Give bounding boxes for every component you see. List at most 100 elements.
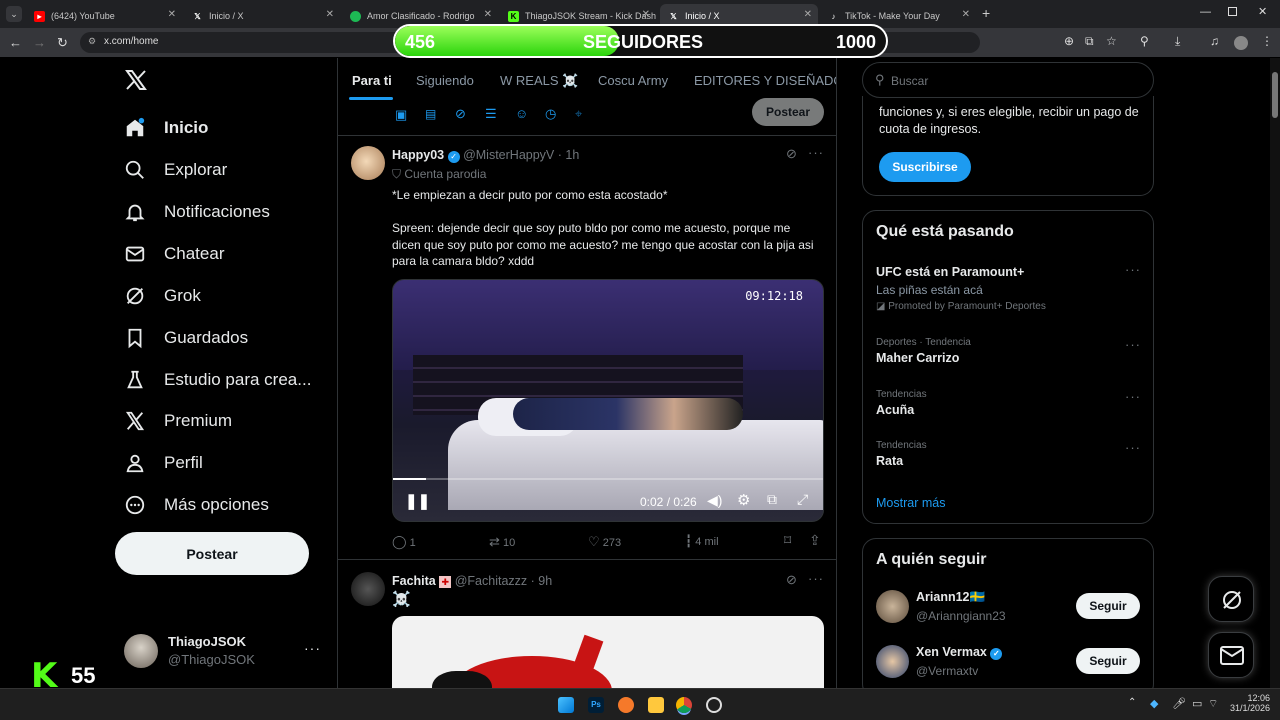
tray-chevron-icon[interactable]: ⌃ [1128,697,1136,708]
zoom-icon[interactable]: ⊕ [1064,34,1074,48]
repost-button[interactable]: ⇄ 10 [489,534,515,550]
tweet-video[interactable]: 09:12:18 ❚❚ 0:02 / 0:26 ◀) ⚙ ⧉ ⤢ [392,279,824,522]
avatar[interactable] [876,590,909,623]
messages-floating-button[interactable] [1208,632,1254,678]
windows-start-icon[interactable] [558,697,574,713]
trend-more-icon[interactable]: ··· [1125,262,1141,277]
avatar[interactable] [351,572,385,606]
browser-tab-x-1[interactable]: 𝕏 Inicio / X ✕ [184,4,340,28]
nav-item-notificaciones[interactable]: Notificaciones [124,196,270,228]
grok-floating-button[interactable] [1208,576,1254,622]
trend-more-icon[interactable]: ··· [1125,389,1141,404]
close-icon[interactable]: ✕ [168,9,176,20]
nav-item-guardados[interactable]: Guardados [124,322,248,354]
close-icon[interactable]: ✕ [326,9,334,20]
grok-icon[interactable]: ⊘ [786,146,797,162]
network-icon[interactable]: ⌔ [1208,697,1218,711]
x-home-logo[interactable] [124,68,148,97]
account-switcher[interactable]: ThiagoJSOK @ThiagoJSOK ··· [124,632,324,672]
post-button[interactable]: Postear [115,532,309,575]
close-icon[interactable]: ✕ [484,9,492,20]
scrollbar-thumb[interactable] [1272,72,1278,118]
grok-icon[interactable]: ⊘ [786,572,797,588]
tab-w-reals[interactable]: W REALS ☠️ [500,73,578,89]
tab-search-dropdown[interactable]: ⌄ [6,6,22,22]
menu-dots-icon[interactable]: ⋮ [1261,34,1273,48]
trend-item[interactable]: Tendencias Rata [876,440,1146,468]
close-icon[interactable]: ✕ [804,9,812,20]
downloads-icon[interactable]: ⤓ [1175,34,1180,49]
reply-button[interactable]: ◯ 1 [392,534,416,550]
schedule-icon[interactable]: ◷ [545,106,556,122]
trend-item[interactable]: Deportes · Tendencia Maher Carrizo [876,337,1146,365]
video-progress-track[interactable] [393,478,823,480]
tab-editores[interactable]: EDITORES Y DISEÑADOR [694,73,836,88]
follow-button[interactable]: Seguir [1076,648,1140,674]
search-box[interactable]: ⚲ Buscar [862,62,1154,98]
nav-item-estudio[interactable]: Estudio para crea... [124,364,311,396]
extensions-icon[interactable]: ⚲ [1140,34,1149,48]
location-icon[interactable]: ⌖ [575,106,582,122]
nav-item-explorar[interactable]: Explorar [124,154,227,186]
like-button[interactable]: ♡ 273 [588,534,621,550]
follow-button[interactable]: Seguir [1076,593,1140,619]
trend-more-icon[interactable]: ··· [1125,440,1141,455]
subscribe-button[interactable]: Suscribirse [879,152,971,182]
forward-button[interactable]: → [33,35,46,50]
nav-item-grok[interactable]: Grok [124,280,201,312]
nav-item-perfil[interactable]: Perfil [124,447,203,479]
tweet-author-handle[interactable]: @MisterHappyV [463,148,554,162]
minimize-button[interactable]: — [1200,6,1211,18]
tab-para-ti[interactable]: Para ti [352,73,392,88]
tweet-time[interactable]: · 9h [531,574,553,588]
emoji-icon[interactable]: ☺ [515,106,528,121]
browser-tab-youtube[interactable]: ▸ (6424) YouTube ✕ [26,4,182,28]
trend-item[interactable]: UFC está en Paramount+ Las piñas están a… [876,262,1146,312]
bookmark-star-icon[interactable]: ☆ [1106,34,1117,48]
nav-item-mas-opciones[interactable]: Más opciones [124,489,269,521]
tweet-time[interactable]: · 1h [558,148,580,162]
gif-icon[interactable]: ▤ [425,107,436,121]
chrome-icon[interactable] [676,697,692,713]
tab-coscu-army[interactable]: Coscu Army [598,73,668,88]
share-icon[interactable]: ⇪ [809,532,821,549]
nav-item-chatear[interactable]: Chatear [124,238,224,270]
close-icon[interactable]: ✕ [962,9,970,20]
tweet-image[interactable] [392,616,824,688]
fullscreen-icon[interactable]: ⤢ [797,491,808,508]
microphone-icon[interactable]: 🎤︎ [1172,697,1186,710]
new-tab-button[interactable]: + [982,5,990,21]
settings-gear-icon[interactable]: ⚙ [737,491,750,509]
grok-app-icon[interactable] [706,697,722,713]
close-icon[interactable]: ✕ [642,9,650,20]
tweet[interactable]: Happy03 ✓ @MisterHappyV · 1h ⊘ ··· ⛉ Cue… [338,136,836,560]
show-more-link[interactable]: Mostrar más [876,496,945,510]
media-icon[interactable]: ▣ [395,107,407,123]
file-explorer-icon[interactable] [648,697,664,713]
avatar[interactable] [876,645,909,678]
nav-item-premium[interactable]: Premium [124,405,232,437]
display-icon[interactable]: ▭ [1192,697,1202,710]
tweet-author-name[interactable]: Fachita [392,574,436,588]
back-button[interactable]: ← [9,35,22,50]
volume-icon[interactable]: ◀) [707,492,722,509]
blender-icon[interactable] [618,697,634,713]
pip-icon[interactable]: ⧉ [767,491,777,508]
pause-icon[interactable]: ❚❚ [405,492,430,510]
page-scrollbar[interactable] [1270,58,1280,688]
grok-icon[interactable]: ⊘ [455,106,466,122]
bookmark-icon[interactable]: ⌑ [784,532,791,549]
more-dots-icon[interactable]: ··· [808,571,824,586]
taskbar-clock[interactable]: 12:06 31/1/2026 [1226,693,1270,713]
close-window-button[interactable]: ✕ [1258,5,1267,18]
reload-button[interactable]: ↻ [57,35,68,51]
tab-siguiendo[interactable]: Siguiendo [416,73,474,88]
poll-icon[interactable]: ☰ [485,106,497,122]
maximize-button[interactable] [1228,7,1237,16]
tweet[interactable]: Fachita ✚ @Fachitazzz · 9h ⊘ ··· ☠️ [338,560,836,688]
site-info-icon[interactable]: ⚙ [88,36,96,47]
nav-item-inicio[interactable]: Inicio [124,112,208,144]
more-dots-icon[interactable]: ··· [808,145,824,160]
media-control-icon[interactable]: ♫ [1210,34,1219,48]
trend-more-icon[interactable]: ··· [1125,337,1141,352]
